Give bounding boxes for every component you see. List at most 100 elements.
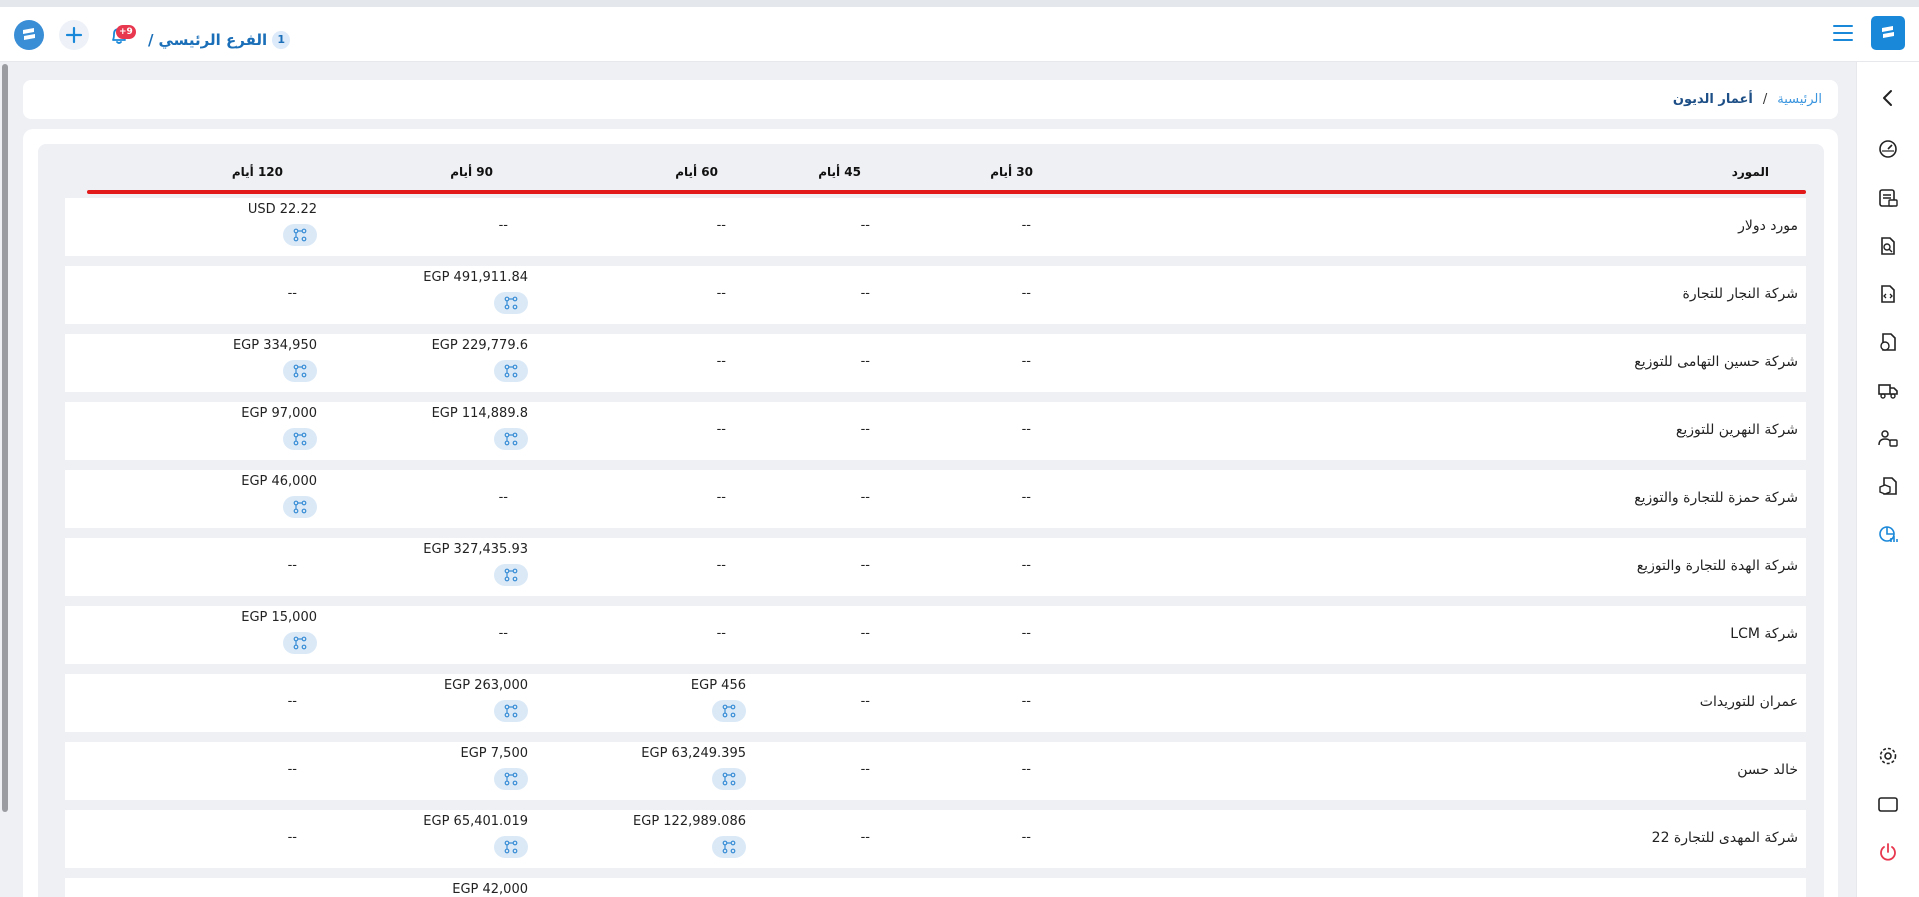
details-link-icon[interactable] (494, 768, 528, 790)
table-row[interactable]: شركة المهدى للتجارة 22 -- -- EGP 122,989.08… (65, 810, 1806, 868)
column-header-60-days[interactable]: 60 أيام (675, 165, 718, 179)
details-link-icon[interactable] (494, 836, 528, 858)
details-link-icon[interactable] (494, 700, 528, 722)
empty-cell: -- (716, 626, 726, 641)
amount-cell: EGP 97,000 (177, 406, 317, 460)
table-row[interactable]: شركة الهدة للتجارة والتوزيع -- -- -- EGP 327… (65, 538, 1806, 596)
amount-value: EGP 334,950 (232, 338, 317, 353)
table-row[interactable]: شركة حسين التهامى للتوزيع -- -- -- EGP 229,7… (65, 334, 1806, 392)
empty-cell: -- (716, 218, 726, 233)
details-link-icon[interactable] (494, 564, 528, 586)
amount-cell: EGP 63,249.395 (606, 746, 746, 800)
amount-value: EGP 114,889.8 (431, 406, 528, 421)
empty-cell: -- (1021, 286, 1031, 301)
table-row[interactable]: شركة LCM -- -- -- -- EGP 15,000 (65, 606, 1806, 664)
details-link-icon[interactable] (283, 224, 317, 246)
amount-value: USD 22.22 (247, 202, 317, 217)
window-icon[interactable] (1876, 792, 1900, 816)
notification-badge: +9 (116, 25, 136, 39)
empty-cell: -- (1021, 422, 1031, 437)
details-link-icon[interactable] (712, 700, 746, 722)
empty-cell: -- (716, 286, 726, 301)
table-row[interactable]: شركة النجار للتجارة -- -- -- EGP 491,911.84 -… (65, 266, 1806, 324)
supplier-name[interactable]: شركة LCM (1730, 626, 1798, 642)
supplier-name[interactable]: شركة النجار للتجارة (1683, 286, 1799, 302)
amount-value: EGP 327,435.93 (423, 542, 528, 557)
table-row[interactable]: خالد حسن -- -- EGP 63,249.395 EGP 7,500 -- (65, 742, 1806, 800)
page-scrollbar[interactable] (0, 62, 10, 897)
empty-cell: -- (716, 490, 726, 505)
add-button[interactable] (59, 20, 89, 50)
details-link-icon[interactable] (283, 632, 317, 654)
amount-cell: EGP 65,401.019 (388, 814, 528, 868)
document-code-icon[interactable] (1876, 282, 1900, 306)
supplier-name[interactable]: عمران للتوريدات (1700, 694, 1798, 710)
delivery-truck-icon[interactable] (1876, 378, 1900, 402)
empty-cell: -- (1021, 558, 1031, 573)
empty-cell: -- (1021, 218, 1031, 233)
empty-cell: -- (860, 694, 870, 709)
cube-document-icon[interactable] (1876, 474, 1900, 498)
menu-icon[interactable] (1833, 25, 1853, 43)
empty-cell: -- (287, 762, 297, 777)
report-chart-icon[interactable] (1876, 522, 1900, 546)
empty-cell: -- (1021, 354, 1031, 369)
details-link-icon[interactable] (712, 768, 746, 790)
table-row[interactable]: شركة النهرين للتوزيع -- -- -- EGP 114,889.8 E… (65, 402, 1806, 460)
top-bar: +9 1 الفرع الرئيسي / (0, 7, 1919, 62)
empty-cell: -- (287, 830, 297, 845)
supplier-name[interactable]: خالد حسن (1737, 762, 1798, 778)
empty-cell: -- (860, 490, 870, 505)
amount-value: EGP 65,401.019 (423, 814, 528, 829)
supplier-name[interactable]: مورد دولار (1738, 218, 1798, 234)
app-logo-icon[interactable] (14, 20, 44, 50)
column-header-90-days[interactable]: 90 أيام (450, 165, 493, 179)
amount-value: EGP 7,500 (460, 746, 528, 761)
amount-cell: EGP 114,889.8 (388, 406, 528, 460)
details-link-icon[interactable] (494, 360, 528, 382)
amount-cell: EGP 15,000 (177, 610, 317, 664)
table-row[interactable]: مورد دولار -- -- -- -- USD 22.22 (65, 198, 1806, 256)
column-header-45-days[interactable]: 45 أيام (818, 165, 861, 179)
details-link-icon[interactable] (283, 428, 317, 450)
column-header-30-days[interactable]: 30 أيام (990, 165, 1033, 179)
sidebar (1856, 62, 1919, 897)
debt-aging-table: المورد 30 أيام 45 أيام 60 أيام 90 أيام 1… (38, 144, 1824, 897)
settings-icon[interactable] (1876, 744, 1900, 768)
chevron-left-icon[interactable] (1876, 86, 1900, 110)
document-search-icon[interactable] (1876, 234, 1900, 258)
branch-selector[interactable]: 1 الفرع الرئيسي / (148, 27, 291, 53)
supplier-name[interactable]: شركة حمزة للتجارة والتوزيع (1634, 490, 1798, 506)
supplier-name[interactable]: شركة الهدة للتجارة والتوزيع (1637, 558, 1798, 574)
amount-cell: EGP 42,000 (388, 882, 528, 897)
table-row[interactable]: شركة حمزة للتجارة والتوزيع -- -- -- -- EGP 46… (65, 470, 1806, 528)
column-header-120-days[interactable]: 120 أيام (232, 165, 283, 179)
details-link-icon[interactable] (283, 360, 317, 382)
empty-cell: -- (287, 694, 297, 709)
details-link-icon[interactable] (712, 836, 746, 858)
amount-value: EGP 97,000 (241, 406, 317, 421)
supplier-name[interactable]: شركة حسين التهامى للتوزيع (1634, 354, 1798, 370)
scrollbar-thumb[interactable] (2, 64, 8, 812)
brand-logo-icon[interactable] (1871, 16, 1905, 50)
amount-cell: EGP 263,000 (388, 678, 528, 732)
supplier-name[interactable]: شركة النهرين للتوزيع (1676, 422, 1798, 438)
supplier-name[interactable]: شركة المهدى للتجارة 22 (1652, 830, 1798, 846)
breadcrumb-home-link[interactable]: الرئيسية (1777, 92, 1822, 107)
invoice-list-icon[interactable] (1876, 186, 1900, 210)
table-row[interactable]: EGP 42,000 (65, 878, 1806, 897)
amount-cell: EGP 7,500 (388, 746, 528, 800)
amount-value: EGP 229,779.6 (431, 338, 528, 353)
power-icon[interactable] (1876, 840, 1900, 864)
branch-number-badge: 1 (272, 31, 291, 49)
details-link-icon[interactable] (494, 428, 528, 450)
users-settings-icon[interactable] (1876, 426, 1900, 450)
details-link-icon[interactable] (283, 496, 317, 518)
details-link-icon[interactable] (494, 292, 528, 314)
document-user-icon[interactable] (1876, 330, 1900, 354)
empty-cell: -- (1021, 490, 1031, 505)
amount-value: EGP 63,249.395 (641, 746, 746, 761)
column-header-supplier[interactable]: المورد (1732, 165, 1769, 179)
gauge-icon[interactable] (1876, 137, 1900, 161)
table-row[interactable]: عمران للتوريدات -- -- EGP 456 EGP 263,000 -- (65, 674, 1806, 732)
